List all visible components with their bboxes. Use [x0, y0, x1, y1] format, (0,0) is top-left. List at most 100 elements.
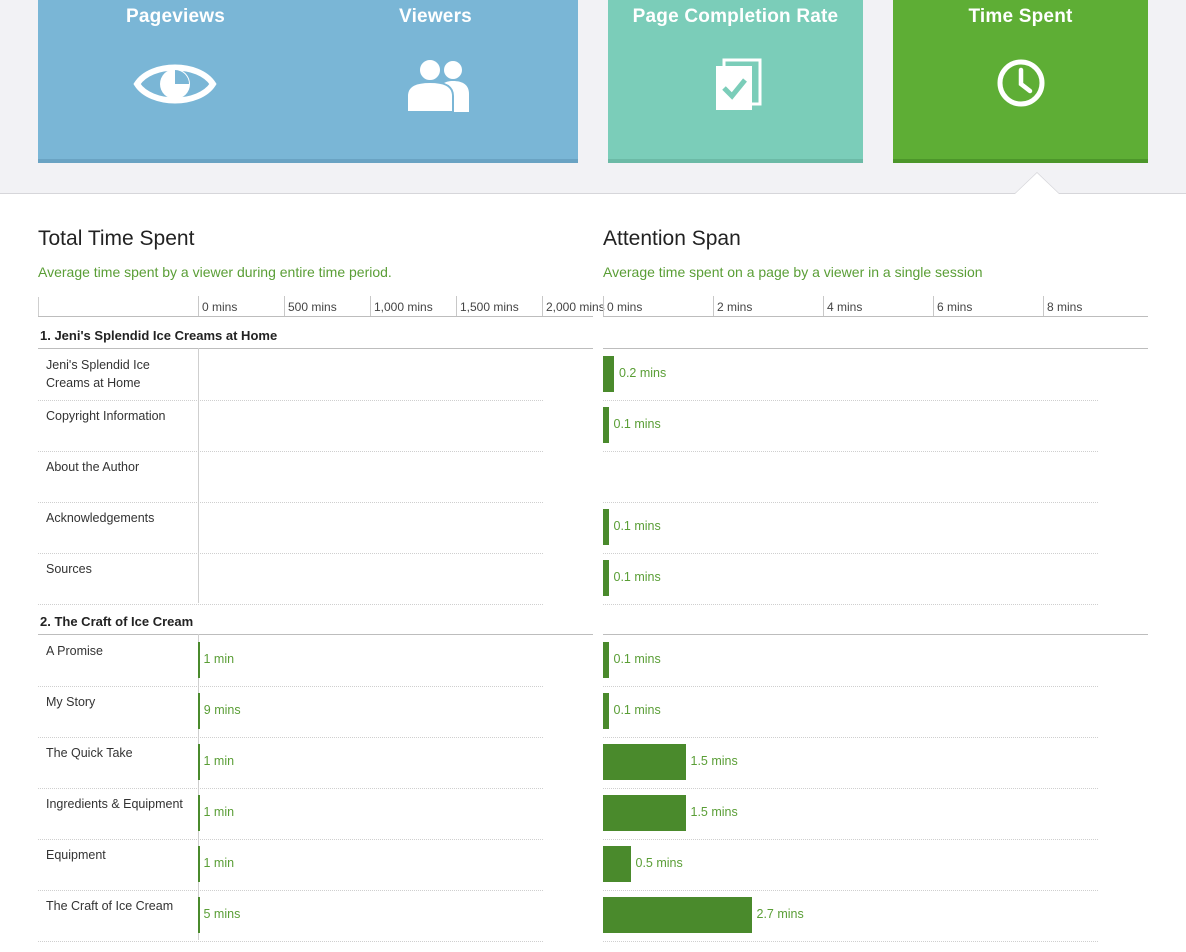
total-time-bar: [198, 795, 200, 831]
attention-span-bar: [603, 897, 752, 933]
active-tab-pointer: [1015, 173, 1059, 194]
chapter-divider: [603, 348, 1148, 349]
attention-span-bar: [603, 356, 614, 392]
axis-tick-label: 500 mins: [284, 296, 370, 316]
page-row-label[interactable]: Acknowledgements: [46, 509, 196, 527]
page-row-label[interactable]: The Quick Take: [46, 744, 196, 762]
attention-span-bar: [603, 693, 609, 729]
page-completion-tile[interactable]: Page Completion Rate: [608, 0, 863, 163]
pageviews-tab[interactable]: Pageviews: [38, 0, 313, 159]
total-time-bar: [198, 897, 200, 933]
page-row-label[interactable]: The Craft of Ice Cream: [46, 897, 196, 915]
axis-tick-label: 1,000 mins: [370, 296, 456, 316]
attention-span-value: 0.1 mins: [613, 570, 661, 584]
checked-pages-icon: [716, 58, 762, 110]
attention-span-bar: [603, 642, 609, 678]
total-time-bar: [198, 693, 200, 729]
attention-span-bar: [603, 560, 609, 596]
row-separator: [38, 941, 543, 942]
attention-span-title: Attention Span: [603, 227, 741, 250]
row-separator: [38, 890, 543, 891]
row-separator: [38, 502, 543, 503]
chapter-divider: [38, 348, 593, 349]
attention-span-value: 1.5 mins: [690, 805, 738, 819]
row-separator: [603, 604, 1098, 605]
row-separator: [38, 604, 543, 605]
page-row-label[interactable]: A Promise: [46, 642, 196, 660]
row-separator: [38, 737, 543, 738]
axis-tick-label: 1,500 mins: [456, 296, 542, 316]
chapter-divider: [603, 634, 1148, 635]
page-completion-label: Page Completion Rate: [632, 6, 839, 27]
total-time-value: 9 mins: [203, 703, 241, 717]
row-separator: [38, 451, 543, 452]
total-axis-zero-line: [198, 348, 199, 603]
row-separator: [603, 553, 1098, 554]
total-time-value: 1 min: [203, 754, 235, 768]
page-row-label[interactable]: Equipment: [46, 846, 196, 864]
row-separator: [603, 890, 1098, 891]
total-time-value: 1 min: [203, 652, 235, 666]
chapter-heading: 2. The Craft of Ice Cream: [40, 614, 194, 629]
eye-icon: [133, 64, 217, 104]
row-separator: [38, 553, 543, 554]
attention-span-axis: 0 mins 2 mins 4 mins 6 mins 8 mins: [603, 296, 1148, 317]
page-row-label[interactable]: Sources: [46, 560, 196, 578]
attention-span-value: 0.1 mins: [613, 417, 661, 431]
page-row-label[interactable]: My Story: [46, 693, 196, 711]
viewers-tab[interactable]: Viewers: [313, 0, 578, 159]
total-time-bar: [198, 642, 200, 678]
page-row-label[interactable]: Copyright Information: [46, 407, 196, 425]
row-separator: [603, 502, 1098, 503]
axis-tick-label: 0 mins: [603, 296, 713, 316]
total-time-bar: [198, 744, 200, 780]
total-time-axis: 0 mins 500 mins 1,000 mins 1,500 mins 2,000 …: [198, 296, 605, 317]
row-separator: [603, 788, 1098, 789]
pageviews-viewers-tile[interactable]: Pageviews Viewers: [38, 0, 578, 163]
page-row-label[interactable]: Ingredients & Equipment: [46, 795, 196, 813]
time-spent-label: Time Spent: [968, 6, 1073, 27]
total-time-title: Total Time Spent: [38, 227, 195, 250]
attention-axis-baseline: [603, 316, 1148, 317]
axis-tick-label: 0 mins: [198, 296, 284, 316]
row-separator: [603, 451, 1098, 452]
attention-span-value: 0.2 mins: [619, 366, 667, 380]
axis-tick-label: 2 mins: [713, 296, 823, 316]
attention-span-value: 0.1 mins: [613, 519, 661, 533]
attention-span-value: 0.1 mins: [613, 703, 661, 717]
row-separator: [38, 686, 543, 687]
attention-span-value: 1.5 mins: [690, 754, 738, 768]
row-separator: [603, 400, 1098, 401]
row-separator: [603, 737, 1098, 738]
attention-span-bar: [603, 509, 609, 545]
total-time-subtitle: Average time spent by a viewer during en…: [38, 264, 392, 280]
attention-span-subtitle: Average time spent on a page by a viewer…: [603, 264, 983, 280]
page-row-label[interactable]: Jeni's Splendid Ice Creams at Home: [46, 356, 196, 392]
chapter-heading: 1. Jeni's Splendid Ice Creams at Home: [40, 328, 278, 343]
pageviews-label: Pageviews: [126, 6, 225, 27]
row-separator: [603, 839, 1098, 840]
attention-span-bar: [603, 407, 609, 443]
axis-tick-label: 4 mins: [823, 296, 933, 316]
attention-span-bar: [603, 795, 686, 831]
attention-span-value: 2.7 mins: [756, 907, 804, 921]
row-separator: [603, 686, 1098, 687]
axis-left-edge: [38, 297, 39, 317]
time-spent-tile[interactable]: Time Spent: [893, 0, 1148, 163]
users-icon: [406, 58, 469, 112]
total-time-bar: [198, 846, 200, 882]
total-axis-baseline: [38, 316, 593, 317]
page-row-label[interactable]: About the Author: [46, 458, 196, 476]
attention-span-value: 0.5 mins: [635, 856, 683, 870]
clock-icon: [997, 59, 1045, 107]
total-time-value: 1 min: [203, 805, 235, 819]
row-separator: [38, 788, 543, 789]
axis-tick-label: 8 mins: [1043, 296, 1153, 316]
chapter-divider: [38, 634, 593, 635]
total-time-value: 5 mins: [203, 907, 241, 921]
row-separator: [603, 941, 1098, 942]
axis-tick-label: 6 mins: [933, 296, 1043, 316]
row-separator: [38, 400, 543, 401]
total-axis-zero-line: [198, 634, 199, 940]
total-time-value: 1 min: [203, 856, 235, 870]
